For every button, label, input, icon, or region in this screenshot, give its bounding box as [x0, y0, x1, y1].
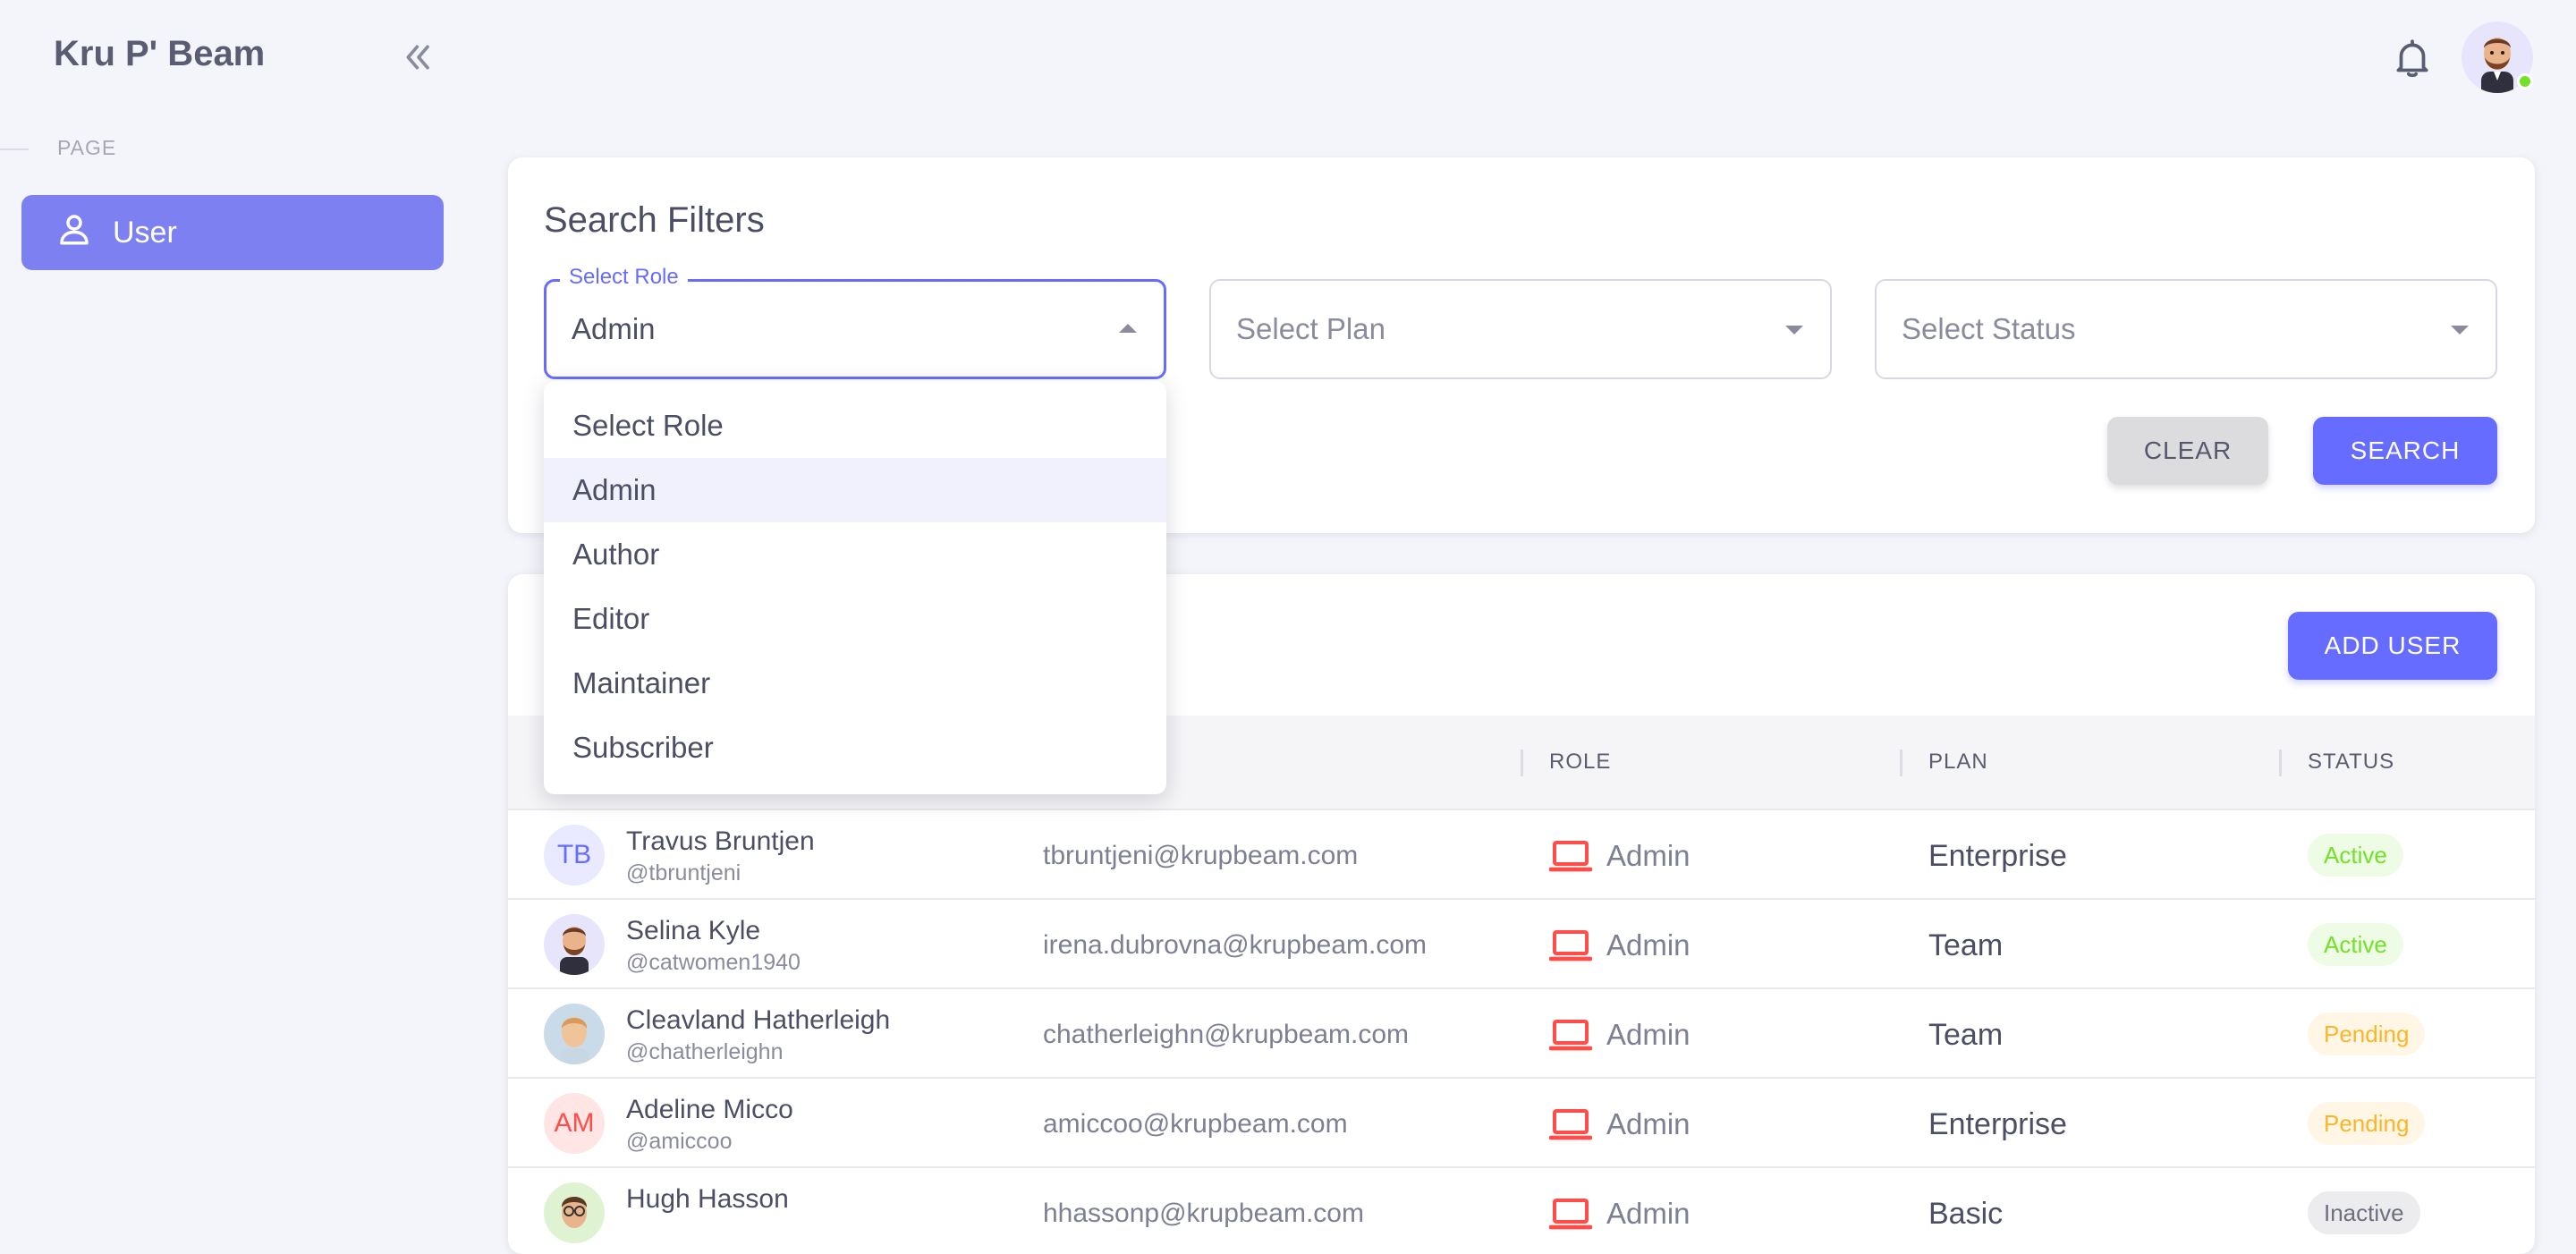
- role-option-selected[interactable]: Admin: [544, 458, 1166, 522]
- column-divider: [1521, 750, 1523, 776]
- status-chip: Pending: [2308, 1102, 2426, 1145]
- status-chip: Pending: [2308, 1013, 2426, 1055]
- user-role: Admin: [1606, 1018, 1690, 1051]
- notification-bell-icon[interactable]: [2390, 36, 2435, 80]
- caret-up-icon: [1119, 324, 1137, 333]
- search-button[interactable]: SEARCH: [2313, 417, 2497, 485]
- section-label: PAGE: [57, 136, 117, 159]
- sidebar-item-user[interactable]: User: [21, 195, 444, 270]
- collapse-sidebar-icon[interactable]: [401, 39, 436, 75]
- table-row[interactable]: [508, 900, 2535, 989]
- user-plan: Team: [1928, 928, 2004, 962]
- user-handle: @tbruntjeni: [626, 860, 741, 885]
- section-divider: [0, 148, 29, 150]
- user-plan: Team: [1928, 1018, 2004, 1052]
- user-handle: @amiccoo: [626, 1129, 733, 1154]
- table-row[interactable]: [508, 1168, 2535, 1222]
- role-select-label: Select Role: [560, 265, 688, 290]
- user-name[interactable]: Adeline Micco: [626, 1095, 793, 1125]
- sidebar-item-label: User: [113, 215, 177, 250]
- role-dropdown-menu: Select Role Admin Author Editor Maintain…: [544, 381, 1166, 794]
- user-role: Admin: [1606, 839, 1690, 872]
- user-role: Admin: [1606, 1197, 1690, 1230]
- column-header-plan[interactable]: PLAN: [1928, 750, 1988, 775]
- user-role: Admin: [1606, 1107, 1690, 1140]
- app-title: Kru P' Beam: [54, 34, 266, 73]
- laptop-icon: [1548, 839, 1593, 873]
- role-option[interactable]: Editor: [544, 587, 1166, 651]
- column-header-status[interactable]: STATUS: [2308, 750, 2394, 775]
- status-select[interactable]: Select Status: [1875, 279, 2497, 379]
- user-name[interactable]: Cleavland Hatherleigh: [626, 1005, 890, 1036]
- column-divider: [1900, 750, 1902, 776]
- laptop-icon: [1548, 1018, 1593, 1052]
- laptop-icon: [1548, 1107, 1593, 1141]
- user-email: tbruntjeni@krupbeam.com: [1043, 841, 1359, 870]
- user-name[interactable]: Travus Bruntjen: [626, 826, 815, 857]
- search-filters-title: Search Filters: [544, 200, 765, 240]
- role-option[interactable]: Author: [544, 522, 1166, 587]
- column-divider: [2279, 750, 2282, 776]
- user-email: irena.dubrovna@krupbeam.com: [1043, 930, 1428, 960]
- user-avatar: [544, 914, 605, 975]
- user-email: hhassonp@krupbeam.com: [1043, 1199, 1364, 1228]
- user-handle: @catwomen1940: [626, 950, 801, 975]
- user-role: Admin: [1606, 928, 1690, 962]
- laptop-icon: [1548, 928, 1593, 962]
- role-option[interactable]: Subscriber: [544, 716, 1166, 780]
- user-name[interactable]: Hugh Hasson: [626, 1184, 789, 1215]
- caret-down-icon: [1785, 326, 1803, 335]
- column-header-role[interactable]: ROLE: [1549, 750, 1611, 775]
- role-select-value: Admin: [572, 312, 656, 345]
- status-chip: Active: [2308, 923, 2403, 966]
- user-icon: [55, 210, 93, 256]
- user-initials-avatar: AM: [544, 1093, 605, 1154]
- table-row[interactable]: [508, 1079, 2535, 1168]
- user-email: amiccoo@krupbeam.com: [1043, 1109, 1348, 1139]
- caret-down-icon: [2451, 326, 2469, 335]
- user-plan: Enterprise: [1928, 839, 2067, 873]
- user-name[interactable]: Selina Kyle: [626, 916, 760, 946]
- online-status-dot: [2517, 73, 2533, 89]
- user-avatar: [544, 1182, 605, 1243]
- role-select[interactable]: Admin: [544, 279, 1166, 379]
- laptop-icon: [1548, 1197, 1593, 1231]
- clear-button[interactable]: CLEAR: [2107, 417, 2268, 485]
- role-option[interactable]: Maintainer: [544, 651, 1166, 716]
- user-handle: @chatherleighn: [626, 1039, 784, 1064]
- status-chip: Inactive: [2308, 1191, 2420, 1234]
- user-plan: Basic: [1928, 1197, 2004, 1231]
- user-email: chatherleighn@krupbeam.com: [1043, 1020, 1409, 1049]
- status-select-placeholder: Select Status: [1902, 312, 2076, 345]
- user-plan: Enterprise: [1928, 1107, 2067, 1141]
- role-option[interactable]: Select Role: [544, 394, 1166, 458]
- add-user-button[interactable]: ADD USER: [2288, 612, 2497, 680]
- plan-select-placeholder: Select Plan: [1236, 312, 1385, 345]
- user-avatar: [544, 1004, 605, 1064]
- plan-select[interactable]: Select Plan: [1209, 279, 1832, 379]
- status-chip: Active: [2308, 834, 2403, 877]
- user-initials-avatar: TB: [544, 825, 605, 885]
